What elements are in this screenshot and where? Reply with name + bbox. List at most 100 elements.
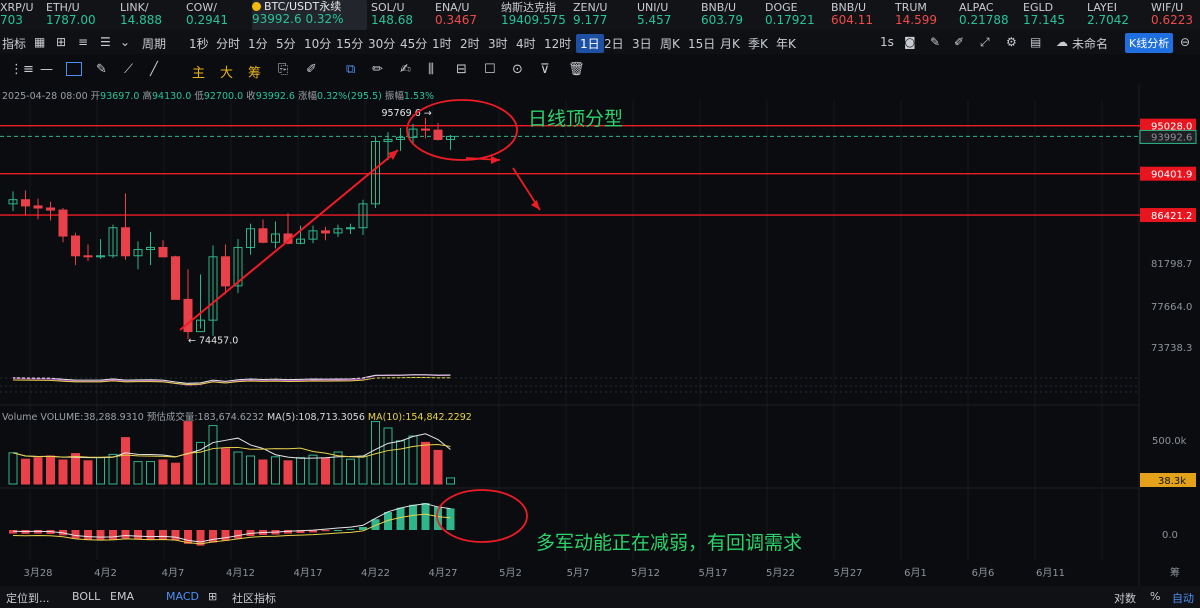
ticker-13[interactable]: TRUM 14.599 bbox=[895, 0, 955, 30]
volume-ma5-line bbox=[12, 433, 451, 459]
chevron-down-icon[interactable]: ⌄ bbox=[120, 35, 130, 49]
ray-tool-icon[interactable]: ⟋ bbox=[124, 62, 133, 77]
community-indicators[interactable]: 社区指标 bbox=[232, 590, 276, 606]
ticker-9[interactable]: UNI/U 5.457 bbox=[637, 0, 697, 30]
ruler-icon[interactable]: ✏ bbox=[372, 62, 383, 77]
volume-bar bbox=[408, 435, 418, 485]
ticker-7[interactable]: 纳斯达克指 19409.575 bbox=[501, 0, 569, 30]
interval-13[interactable]: 3日 bbox=[632, 35, 652, 52]
interval-12[interactable]: 2日 bbox=[604, 35, 624, 52]
interval-6[interactable]: 1时 bbox=[432, 35, 452, 52]
interval-9[interactable]: 4时 bbox=[516, 35, 536, 52]
log-scale-button[interactable]: 对数 bbox=[1114, 590, 1136, 606]
indicator-button[interactable]: 指标 bbox=[2, 35, 26, 52]
interval-7[interactable]: 2时 bbox=[460, 35, 480, 52]
big-tool[interactable]: 大 bbox=[220, 62, 233, 81]
interval-17[interactable]: 季K bbox=[748, 35, 768, 52]
candle-body bbox=[71, 235, 80, 257]
ticker-4[interactable]: BTC/USDT永续 93992.6 0.32% bbox=[252, 0, 367, 30]
candle-body bbox=[83, 255, 93, 258]
x-tick-label: 4月2 bbox=[94, 567, 117, 579]
cloud-icon[interactable]: ☁ bbox=[1056, 35, 1068, 49]
ema-button[interactable]: EMA bbox=[110, 590, 134, 603]
ticker-12[interactable]: BNB/U 604.11 bbox=[831, 0, 891, 30]
magnet-icon[interactable]: ⊙ bbox=[512, 62, 523, 77]
edit-icon[interactable]: ✐ bbox=[954, 35, 964, 49]
interval-4[interactable]: 30分 bbox=[368, 35, 395, 52]
locate-button[interactable]: 定位到... bbox=[6, 590, 50, 606]
period-button[interactable]: 周期 bbox=[142, 35, 166, 52]
macd-bar bbox=[84, 530, 92, 540]
ticker-6[interactable]: ENA/U 0.3467 bbox=[435, 0, 497, 30]
ticker-10[interactable]: BNB/U 603.79 bbox=[701, 0, 761, 30]
interval-8[interactable]: 3时 bbox=[488, 35, 508, 52]
ticker-11[interactable]: DOGE 0.17921 bbox=[765, 0, 827, 30]
copy-icon[interactable]: ⧉ bbox=[346, 62, 355, 77]
horizontal-line-icon[interactable]: — bbox=[40, 62, 53, 77]
calendar-icon[interactable]: ▦ bbox=[34, 35, 45, 49]
filter-icon[interactable]: ⊽ bbox=[540, 62, 550, 77]
ticker-8[interactable]: ZEN/U 9.177 bbox=[573, 0, 633, 30]
cursor-icon[interactable]: ⋮≡ bbox=[10, 62, 34, 77]
interval-10[interactable]: 12时 bbox=[544, 35, 571, 52]
auto-scale-button[interactable]: 自动 bbox=[1172, 590, 1194, 606]
percent-button[interactable]: % bbox=[1150, 590, 1160, 603]
grid-icon[interactable]: ⊞ bbox=[208, 590, 217, 603]
interval-15[interactable]: 15日 bbox=[688, 35, 715, 52]
candle-body bbox=[8, 199, 18, 205]
ticker-14[interactable]: ALPAC 0.21788 bbox=[959, 0, 1019, 30]
minus-icon[interactable]: ⊖ bbox=[1180, 35, 1190, 49]
note-icon[interactable]: ☐ bbox=[484, 62, 496, 77]
camera-icon[interactable]: ◙ bbox=[904, 35, 916, 49]
macd-bar bbox=[284, 530, 292, 534]
ticker-price: 0.17921 bbox=[765, 13, 815, 27]
interval-3[interactable]: 15分 bbox=[336, 35, 363, 52]
interval-18[interactable]: 年K bbox=[776, 35, 796, 52]
ticker-0[interactable]: XRP/U 703 bbox=[0, 0, 42, 30]
interval-2[interactable]: 10分 bbox=[304, 35, 331, 52]
line-tool-icon[interactable]: ╱ bbox=[150, 62, 158, 77]
brush-icon[interactable]: ✍ bbox=[400, 62, 411, 77]
ticker-2[interactable]: LINK/14.888 bbox=[120, 0, 182, 30]
ticker-16[interactable]: LAYEI 2.7042 bbox=[1087, 0, 1147, 30]
interval-11[interactable]: 1日 bbox=[576, 34, 604, 53]
doc-icon[interactable]: ⎘ bbox=[278, 62, 288, 77]
interval-1s[interactable]: 1秒 bbox=[189, 35, 209, 52]
macd-bar bbox=[134, 530, 142, 539]
interval-14[interactable]: 周K bbox=[660, 35, 680, 52]
macd-bar bbox=[409, 504, 417, 530]
list-icon[interactable]: ≡ bbox=[78, 35, 88, 49]
ticker-15[interactable]: EGLD 17.145 bbox=[1023, 0, 1083, 30]
macd-bar bbox=[121, 530, 130, 539]
volume-bar bbox=[446, 477, 455, 485]
ticker-price: 2.7042 bbox=[1087, 13, 1129, 27]
lock-icon[interactable]: ⊟ bbox=[456, 62, 467, 77]
rectangle-tool-icon[interactable] bbox=[66, 62, 82, 76]
interval-timeshare[interactable]: 分时 bbox=[216, 35, 240, 52]
ticker-3[interactable]: COW/0.2941 bbox=[186, 0, 248, 30]
settings-icon[interactable]: ⚙ bbox=[1006, 35, 1017, 49]
interval-1[interactable]: 5分 bbox=[276, 35, 296, 52]
layout-name[interactable]: 未命名 bbox=[1072, 35, 1108, 52]
trash-icon[interactable]: 🗑 bbox=[568, 62, 585, 77]
layout-icon[interactable]: ⊞ bbox=[56, 35, 66, 49]
interval-16[interactable]: 月K bbox=[720, 35, 740, 52]
speed-label[interactable]: 1s bbox=[880, 35, 894, 49]
ticker-5[interactable]: SOL/U 148.68 bbox=[371, 0, 431, 30]
menu-icon[interactable]: ☰ bbox=[100, 35, 111, 49]
interval-5[interactable]: 45分 bbox=[400, 35, 427, 52]
ticker-1[interactable]: ETH/U 1787.00 bbox=[46, 0, 116, 30]
boll-button[interactable]: BOLL bbox=[72, 590, 100, 603]
ticker-17[interactable]: WIF/U 0.6223 bbox=[1151, 0, 1200, 30]
interval-0[interactable]: 1分 bbox=[248, 35, 268, 52]
fullscreen-icon[interactable]: ⤢ bbox=[980, 35, 990, 50]
kline-analysis-button[interactable]: K线分析 bbox=[1125, 33, 1174, 53]
template-icon[interactable]: ▤ bbox=[1030, 35, 1041, 49]
chip-tool[interactable]: 筹 bbox=[248, 62, 261, 81]
pencil-icon[interactable]: ✎ bbox=[930, 35, 940, 49]
macd-button[interactable]: MACD bbox=[166, 590, 199, 603]
pen-tool-icon[interactable]: ✎ bbox=[96, 62, 107, 77]
edit-line-icon[interactable]: ✐ bbox=[306, 62, 317, 77]
main-tool[interactable]: 主 bbox=[192, 62, 205, 81]
candle-icon[interactable]: ⫼ bbox=[428, 62, 434, 77]
